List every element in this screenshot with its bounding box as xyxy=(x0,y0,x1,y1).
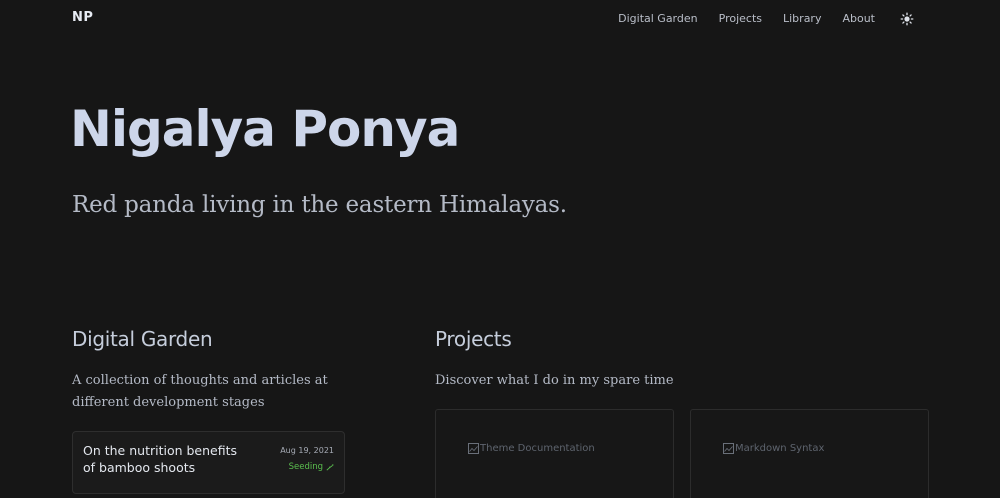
project-card-theme-documentation[interactable]: Theme Documentation xyxy=(435,409,674,498)
nav-link-projects[interactable]: Projects xyxy=(719,12,762,25)
nav-link-digital-garden[interactable]: Digital Garden xyxy=(618,12,698,25)
project-image-alt: Markdown Syntax xyxy=(735,443,825,454)
note-stage-label: Seeding xyxy=(288,462,323,472)
digital-garden-heading[interactable]: Digital Garden xyxy=(72,327,213,351)
nav-link-about[interactable]: About xyxy=(842,12,875,25)
note-date: Aug 19, 2021 xyxy=(280,446,334,455)
project-image: Markdown Syntax xyxy=(723,443,824,454)
project-image-alt: Theme Documentation xyxy=(480,443,595,454)
digital-garden-description: A collection of thoughts and articles at… xyxy=(72,373,328,410)
nav-link-library[interactable]: Library xyxy=(783,12,821,25)
projects-heading[interactable]: Projects xyxy=(435,327,512,351)
projects-description: Discover what I do in my spare time xyxy=(435,373,674,388)
theme-toggle-button[interactable] xyxy=(900,12,914,26)
broken-image-icon xyxy=(468,443,479,454)
main-nav: Digital Garden Projects Library About xyxy=(618,11,914,26)
sprout-icon xyxy=(326,463,334,471)
hero-title: Nigalya Ponya xyxy=(70,100,460,158)
sun-icon xyxy=(900,12,914,26)
project-card-markdown-syntax[interactable]: Markdown Syntax xyxy=(690,409,929,498)
note-stage-badge: Seeding xyxy=(289,462,334,472)
broken-image-icon xyxy=(723,443,734,454)
project-image: Theme Documentation xyxy=(468,443,595,454)
site-logo[interactable]: NP xyxy=(72,10,93,25)
hero-subtitle: Red panda living in the eastern Himalaya… xyxy=(72,192,567,218)
garden-note-card[interactable]: On the nutrition benefits of bamboo shoo… xyxy=(72,431,345,494)
note-title: On the nutrition benefits of bamboo shoo… xyxy=(83,443,238,475)
page: NP Digital Garden Projects Library About xyxy=(0,0,1000,498)
